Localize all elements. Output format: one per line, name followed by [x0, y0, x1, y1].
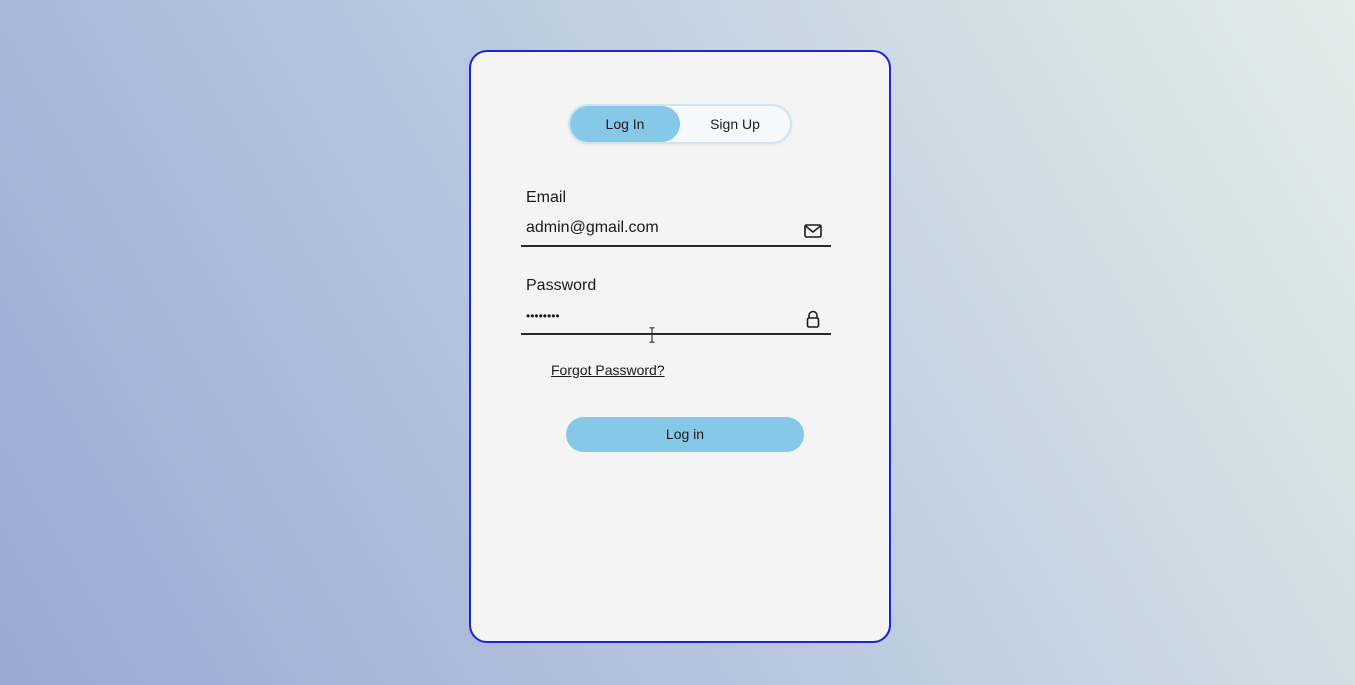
auth-toggle: Log In Sign Up [570, 106, 790, 142]
mail-icon [803, 221, 823, 241]
password-label: Password [526, 277, 597, 294]
forgot-password-link[interactable]: Forgot Password? [551, 362, 665, 378]
login-card: Log In Sign Up Email Password Forgot Pas… [469, 50, 891, 643]
password-input[interactable] [521, 299, 831, 335]
tab-login[interactable]: Log In [570, 106, 680, 142]
text-cursor-icon [649, 327, 655, 343]
tab-signup[interactable]: Sign Up [680, 106, 790, 142]
email-label: Email [526, 189, 567, 206]
login-button[interactable]: Log in [566, 417, 804, 452]
email-input[interactable] [521, 211, 831, 247]
lock-icon [803, 309, 823, 329]
